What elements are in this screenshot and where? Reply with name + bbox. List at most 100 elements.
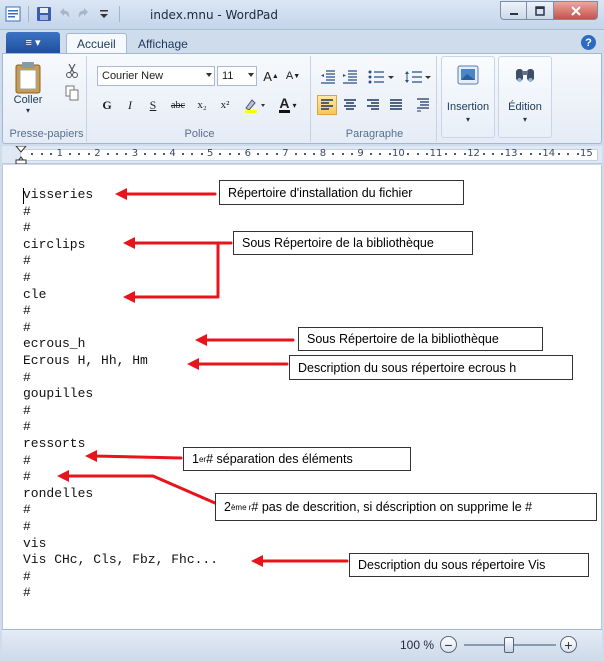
font-size-select[interactable]: 11 <box>217 66 257 86</box>
zoom-slider-thumb[interactable] <box>504 637 514 653</box>
ruler-tick <box>482 153 485 155</box>
ruler-tick <box>454 153 457 155</box>
insertion-button[interactable]: Insertion ▾ <box>441 56 495 138</box>
ruler-tick <box>388 153 391 155</box>
ruler-number: 8 <box>319 148 327 159</box>
strikethrough-button[interactable]: abc <box>166 95 190 115</box>
paste-label: Coller <box>13 94 43 106</box>
annotation-no-desc-text: # pas de descrition, si déscription on s… <box>251 500 533 514</box>
minimize-icon <box>509 12 518 15</box>
align-left-button[interactable] <box>317 95 337 115</box>
arrow-to-empty-desc <box>63 474 217 505</box>
ruler-tick <box>228 153 231 155</box>
close-button[interactable] <box>554 1 598 20</box>
redo-icon[interactable] <box>75 5 93 23</box>
help-icon[interactable]: ? <box>581 35 596 50</box>
copy-icon[interactable] <box>63 84 81 102</box>
arrow-to-separator <box>91 454 183 460</box>
ruler-tick <box>501 153 504 155</box>
paste-button[interactable]: Coller ▾ <box>13 60 43 115</box>
customize-qat-icon[interactable] <box>95 5 113 23</box>
chevron-down-icon <box>206 73 212 77</box>
minimize-button[interactable] <box>500 1 527 20</box>
ruler-tick <box>191 153 194 155</box>
paragraph-group-label: Paragraphe <box>345 128 404 140</box>
ruler-tick <box>275 153 278 155</box>
grow-font-label: A <box>263 68 272 84</box>
grow-font-button[interactable]: A ▲ <box>261 66 281 86</box>
paragraph-group: Paragraphe <box>313 56 437 142</box>
justify-button[interactable] <box>386 95 406 115</box>
ruler-tick <box>332 153 335 155</box>
save-icon[interactable] <box>35 5 53 23</box>
zoom-level: 100 % <box>400 638 435 652</box>
ruler-tick <box>445 153 447 155</box>
align-center-button[interactable] <box>340 95 360 115</box>
font-group: Courier New 11 A ▲ A ▼ G I S abc x₂ x² A ▾… <box>89 56 311 142</box>
annotation-no-desc-num: 2 <box>224 500 231 514</box>
clipboard-group: Coller ▾ Presse-papiers <box>7 56 87 142</box>
tab-accueil[interactable]: Accueil <box>66 33 127 54</box>
ruler-tick <box>87 153 90 155</box>
ruler-tick <box>163 153 165 155</box>
ruler-tick <box>238 153 241 155</box>
font-color-button[interactable]: A ▾ <box>273 95 303 115</box>
align-right-button[interactable] <box>363 95 383 115</box>
bold-button[interactable]: G <box>97 95 117 115</box>
app-icon[interactable] <box>4 5 22 23</box>
zoom-out-button[interactable]: − <box>440 636 457 653</box>
file-menu-button[interactable]: ≡ ▾ <box>6 32 60 53</box>
clipboard-group-label: Presse-papiers <box>9 128 84 140</box>
restore-icon <box>535 5 545 16</box>
ruler-number: 5 <box>207 148 214 159</box>
ruler-number: 3 <box>131 148 139 159</box>
ruler-tick <box>116 153 118 155</box>
justify-icon <box>390 99 402 110</box>
annotation-no-description: 2 ème r # pas de descrition, si déscripti… <box>215 493 597 521</box>
ruler-tick <box>266 153 269 155</box>
ruler-tick <box>529 153 532 155</box>
ruler-number: 12 <box>467 148 480 159</box>
decrease-indent-icon[interactable] <box>319 68 337 86</box>
ruler-number: 11 <box>429 148 443 159</box>
align-left-icon <box>321 99 333 110</box>
arrow-to-cle <box>129 243 220 299</box>
zoom-in-button[interactable]: + <box>560 636 577 653</box>
font-family-select[interactable]: Courier New <box>97 66 215 86</box>
file-menu-icon: ≡ ▾ <box>25 37 41 49</box>
ruler-tick <box>106 153 109 155</box>
ruler-tick <box>351 153 353 155</box>
subscript-button[interactable]: x₂ <box>192 95 212 115</box>
cut-icon[interactable] <box>63 62 81 80</box>
bullet-list-icon[interactable] <box>367 68 397 86</box>
ruler-tick <box>294 153 297 155</box>
ruler-tick <box>40 153 43 155</box>
grow-icon: ▲ <box>271 72 279 80</box>
line-spacing-icon[interactable] <box>403 68 433 86</box>
underline-button[interactable]: S <box>143 95 163 115</box>
ruler-tick <box>304 153 306 155</box>
annotation-install-dir: Répertoire d'installation du fichier <box>219 180 464 205</box>
ruler-number: 14 <box>542 148 556 159</box>
document-area[interactable]: visseries # # circlips # # cle # # ecrous_h Ecrous… <box>2 165 602 629</box>
shrink-font-button[interactable]: A ▼ <box>283 66 303 86</box>
ruler-tick <box>69 153 71 155</box>
tab-affichage[interactable]: Affichage <box>128 33 198 54</box>
chevron-down-icon: ▾ <box>522 115 527 124</box>
undo-icon[interactable] <box>55 5 73 23</box>
italic-button[interactable]: I <box>120 95 140 115</box>
chevron-down-icon: ▾ <box>292 100 297 110</box>
indent-marker-icon[interactable] <box>14 146 28 164</box>
ruler-tick <box>463 153 466 155</box>
shrink-font-label: A <box>285 70 294 82</box>
maximize-button[interactable] <box>527 1 554 20</box>
status-bar: 100 % − + <box>2 629 602 659</box>
edition-button[interactable]: Édition ▾ <box>498 56 552 138</box>
increase-indent-icon[interactable] <box>341 68 359 86</box>
qat-separator <box>119 6 120 22</box>
annotation-vis-description: Description du sous répertoire Vis <box>349 553 589 577</box>
superscript-button[interactable]: x² <box>215 95 235 115</box>
highlight-color-button[interactable] <box>241 95 269 115</box>
paragraph-settings-button[interactable] <box>413 95 433 115</box>
ruler-number: 9 <box>357 148 364 159</box>
